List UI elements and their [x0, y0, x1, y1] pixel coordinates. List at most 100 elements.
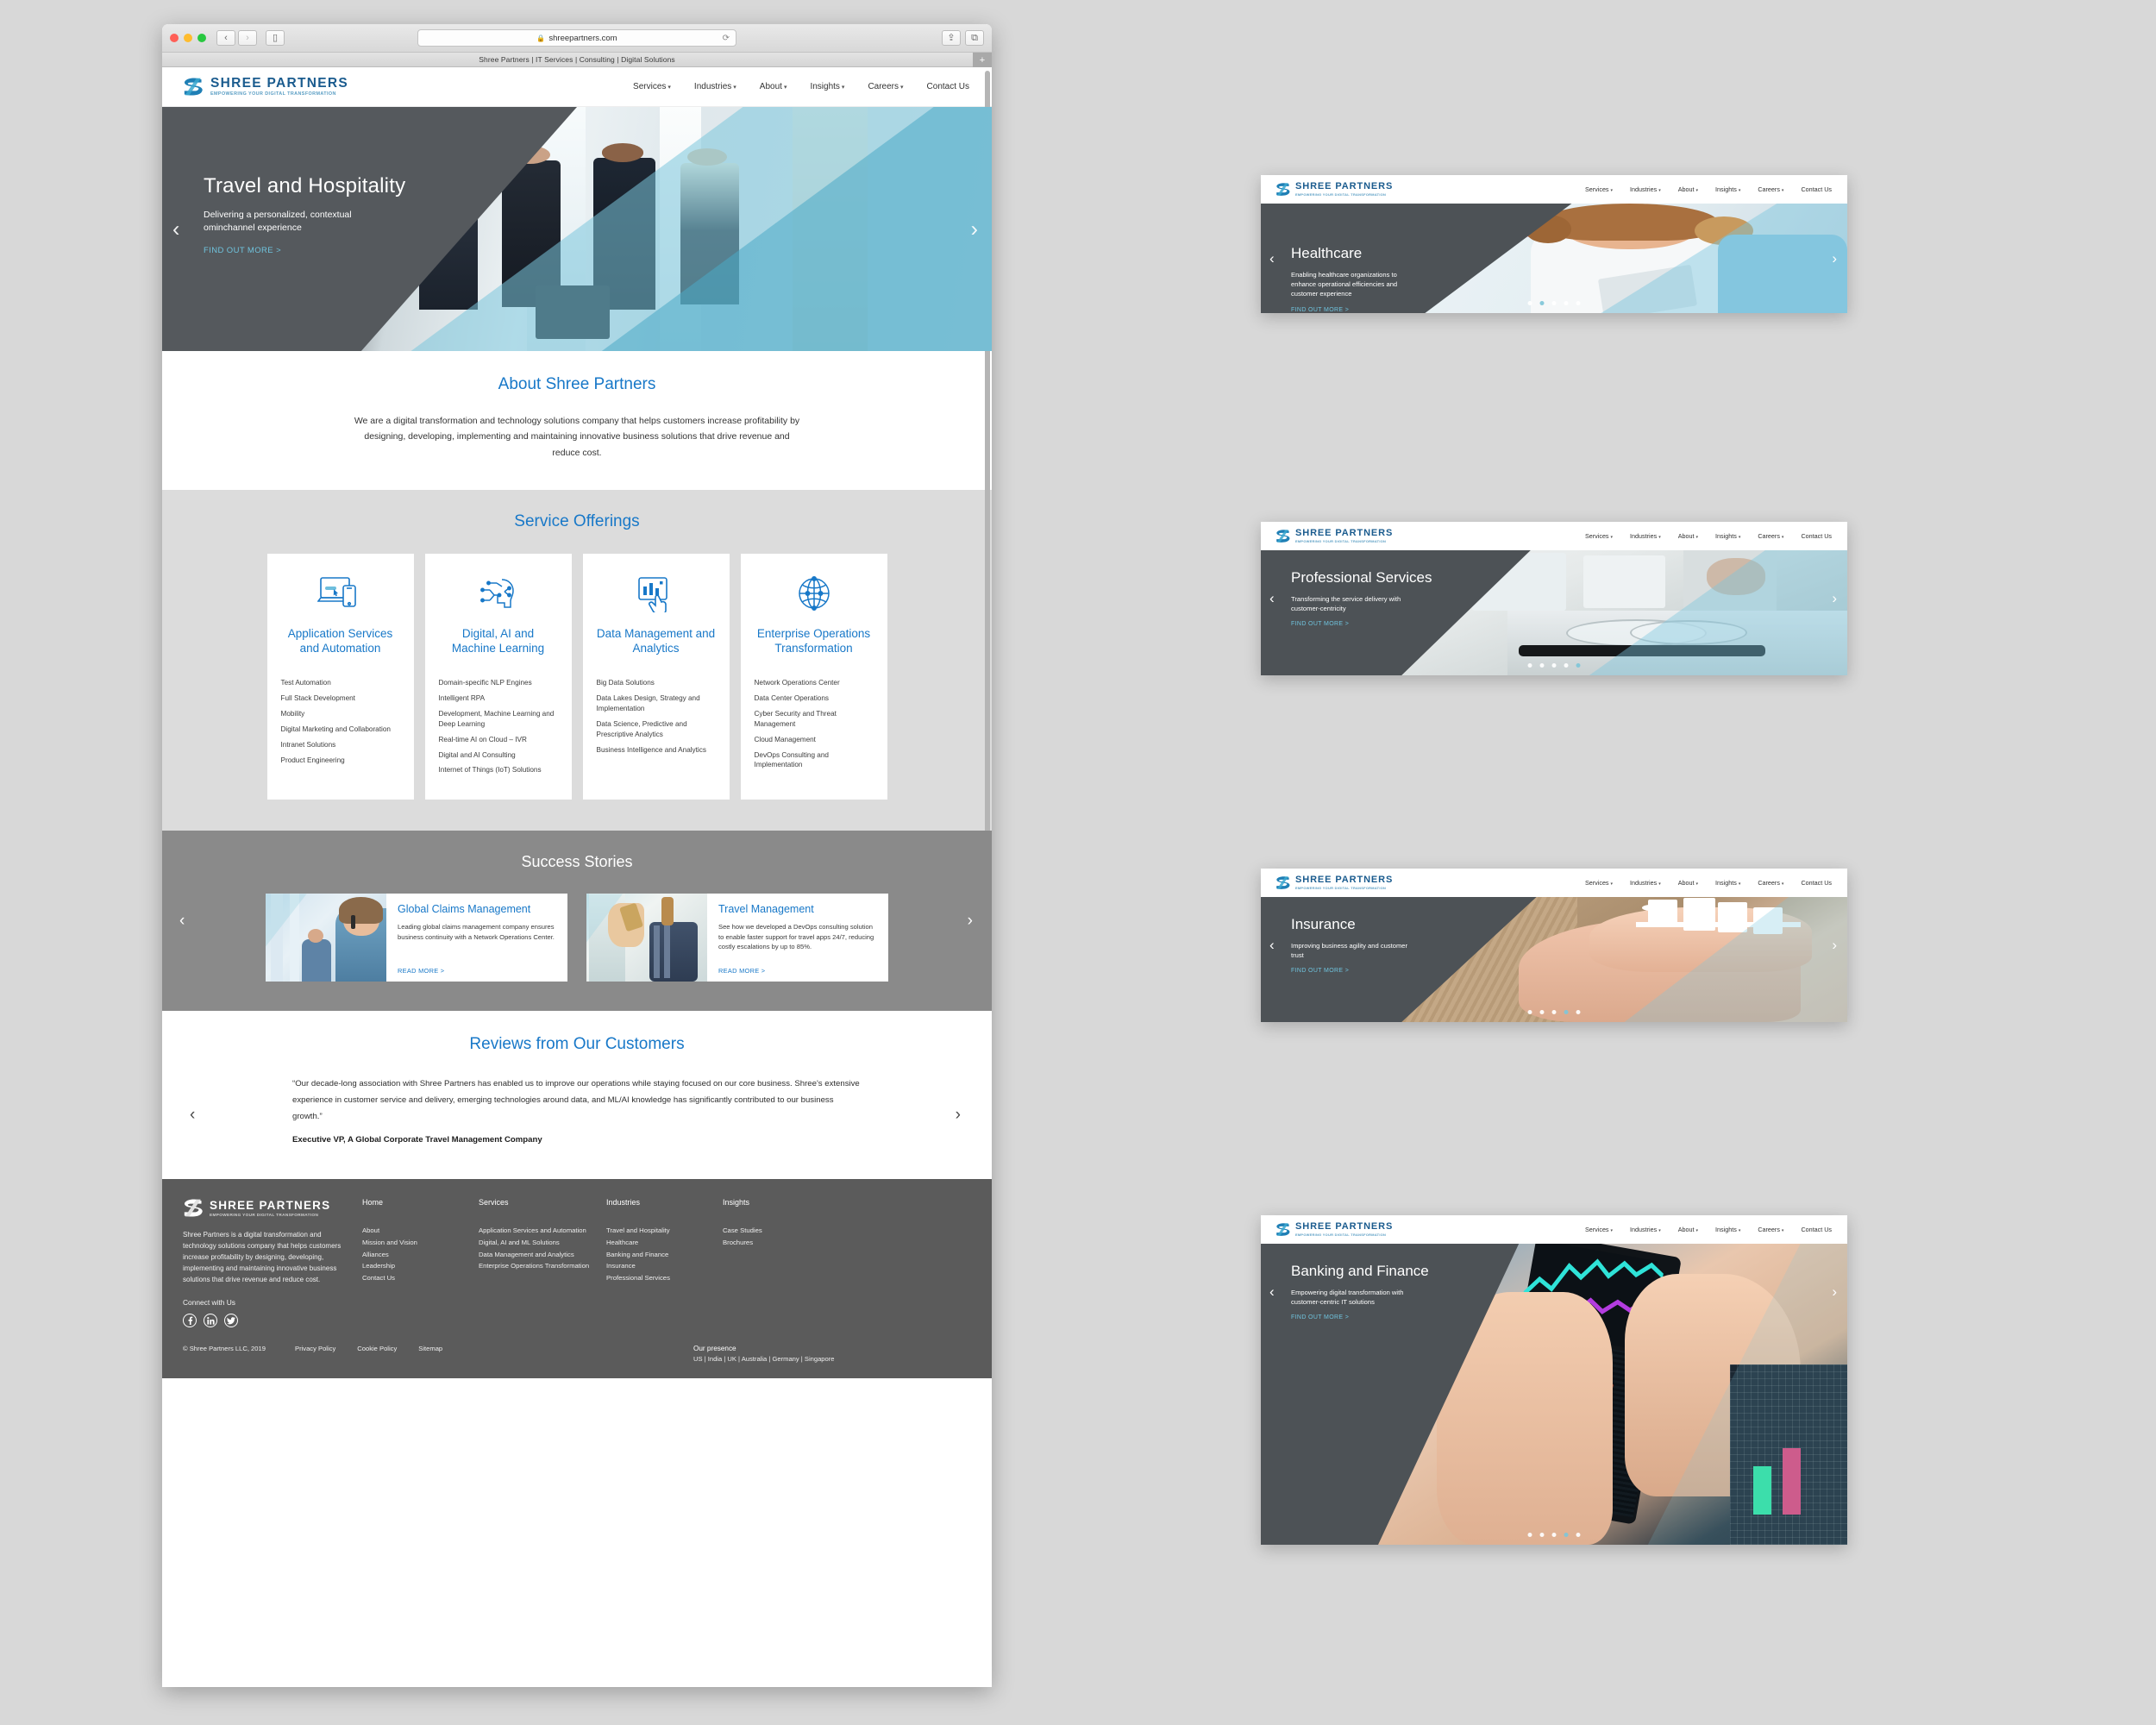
panel-cta-link[interactable]: FIND OUT MORE > [1291, 1314, 1429, 1320]
success-story-cta[interactable]: READ MORE > [398, 967, 444, 975]
nav-item-industries[interactable]: Industries ▾ [694, 82, 736, 91]
footer-link[interactable]: Application Services and Automation [479, 1226, 599, 1236]
footer-link[interactable]: Digital, AI and ML Solutions [479, 1238, 599, 1248]
footer-link[interactable]: Enterprise Operations Transformation [479, 1261, 599, 1271]
carousel-dot[interactable] [1539, 1533, 1545, 1537]
panel-carousel-dots[interactable] [1527, 1010, 1581, 1014]
panel-logo[interactable]: SHREE PARTNERS EMPOWERING YOUR DIGITAL T… [1275, 182, 1393, 197]
nav-item-industries[interactable]: Industries ▾ [1630, 185, 1661, 193]
carousel-dot[interactable] [1527, 1010, 1532, 1014]
forward-icon[interactable]: › [238, 30, 257, 46]
nav-item-careers[interactable]: Careers ▾ [1758, 532, 1783, 540]
nav-item-insights[interactable]: Insights ▾ [1715, 185, 1740, 193]
nav-item-about[interactable]: About ▾ [1678, 1226, 1698, 1233]
nav-item-insights[interactable]: Insights ▾ [1715, 532, 1740, 540]
carousel-dot-active[interactable] [1564, 1533, 1569, 1537]
footer-link[interactable]: Alliances [362, 1250, 472, 1260]
hero-next-icon[interactable]: › [971, 216, 978, 242]
panel-banking-and-finance[interactable]: SHREE PARTNERS EMPOWERING YOUR DIGITAL T… [1261, 1215, 1847, 1545]
nav-item-careers[interactable]: Careers ▾ [868, 82, 903, 91]
panel-healthcare[interactable]: SHREE PARTNERS EMPOWERING YOUR DIGITAL T… [1261, 175, 1847, 313]
nav-item-careers[interactable]: Careers ▾ [1758, 879, 1783, 887]
nav-item-industries[interactable]: Industries ▾ [1630, 532, 1661, 540]
close-window-icon[interactable] [170, 34, 179, 42]
success-story-card[interactable]: Global Claims Management Leading global … [266, 894, 567, 982]
sitemap-link[interactable]: Sitemap [418, 1345, 442, 1352]
carousel-dot[interactable] [1576, 301, 1581, 305]
window-controls[interactable] [170, 34, 206, 42]
carousel-dot[interactable] [1539, 1010, 1545, 1014]
cookie-policy-link[interactable]: Cookie Policy [357, 1345, 397, 1352]
twitter-icon[interactable] [224, 1314, 238, 1328]
panel-carousel-dots[interactable] [1527, 301, 1581, 305]
carousel-dot-active[interactable] [1564, 1010, 1569, 1014]
footer-link[interactable]: Case Studies [723, 1226, 832, 1236]
success-story-card[interactable]: Travel Management See how we developed a… [586, 894, 888, 982]
panel-professional-services[interactable]: SHREE PARTNERS EMPOWERING YOUR DIGITAL T… [1261, 522, 1847, 675]
footer-link[interactable]: About [362, 1226, 472, 1236]
panel-next-icon[interactable]: › [1832, 1283, 1837, 1301]
nav-item-contact-us[interactable]: Contact Us [927, 82, 969, 91]
hero-prev-icon[interactable]: ‹ [172, 216, 179, 242]
nav-item-industries[interactable]: Industries ▾ [1630, 879, 1661, 887]
footer-link[interactable]: Data Management and Analytics [479, 1250, 599, 1260]
panel-prev-icon[interactable]: ‹ [1269, 590, 1275, 607]
panel-insurance[interactable]: SHREE PARTNERS EMPOWERING YOUR DIGITAL T… [1261, 869, 1847, 1022]
nav-item-insights[interactable]: Insights ▾ [810, 82, 844, 91]
success-next-icon[interactable]: › [968, 912, 973, 931]
footer-link[interactable]: Travel and Hospitality [606, 1226, 716, 1236]
nav-item-about[interactable]: About ▾ [760, 82, 787, 91]
panel-logo[interactable]: SHREE PARTNERS EMPOWERING YOUR DIGITAL T… [1275, 1222, 1393, 1237]
panel-next-icon[interactable]: › [1832, 590, 1837, 607]
footer-link[interactable]: Contact Us [362, 1273, 472, 1283]
nav-item-services[interactable]: Services ▾ [633, 82, 671, 91]
panel-next-icon[interactable]: › [1832, 937, 1837, 954]
footer-column-heading[interactable]: Home [362, 1198, 472, 1207]
nav-item-careers[interactable]: Careers ▾ [1758, 185, 1783, 193]
footer-link[interactable]: Insurance [606, 1261, 716, 1271]
carousel-dot[interactable] [1527, 1533, 1532, 1537]
hero-cta-link[interactable]: FIND OUT MORE > [204, 246, 405, 255]
address-bar[interactable]: 🔒 shreepartners.com ⟳ [417, 29, 736, 47]
panel-cta-link[interactable]: FIND OUT MORE > [1291, 621, 1432, 627]
panel-next-icon[interactable]: › [1832, 250, 1837, 267]
linkedin-icon[interactable] [204, 1314, 217, 1328]
footer-column-heading[interactable]: Industries [606, 1198, 716, 1207]
carousel-dot[interactable] [1576, 1533, 1581, 1537]
share-icon[interactable]: ⇪ [942, 30, 961, 46]
carousel-dot[interactable] [1564, 663, 1569, 668]
carousel-dot[interactable] [1539, 663, 1545, 668]
nav-item-contact-us[interactable]: Contact Us [1801, 185, 1832, 193]
panel-prev-icon[interactable]: ‹ [1269, 937, 1275, 954]
footer-link[interactable]: Healthcare [606, 1238, 716, 1248]
success-prev-icon[interactable]: ‹ [179, 912, 185, 931]
panel-prev-icon[interactable]: ‹ [1269, 250, 1275, 267]
sidebar-icon[interactable]: ▯ [266, 30, 285, 46]
panel-carousel-dots[interactable] [1527, 1533, 1581, 1537]
panel-carousel-dots[interactable] [1527, 663, 1581, 668]
nav-item-about[interactable]: About ▾ [1678, 879, 1698, 887]
nav-item-services[interactable]: Services ▾ [1585, 879, 1613, 887]
service-card[interactable]: Digital, AI and Machine Learning Domain-… [424, 554, 572, 800]
carousel-dot[interactable] [1527, 663, 1532, 668]
footer-link[interactable]: Brochures [723, 1238, 832, 1248]
carousel-dot[interactable] [1551, 1533, 1557, 1537]
nav-item-industries[interactable]: Industries ▾ [1630, 1226, 1661, 1233]
reviews-next-icon[interactable]: › [956, 1106, 961, 1125]
reviews-prev-icon[interactable]: ‹ [190, 1106, 195, 1125]
carousel-dot[interactable] [1551, 1010, 1557, 1014]
footer-link[interactable]: Mission and Vision [362, 1238, 472, 1248]
carousel-dot[interactable] [1576, 1010, 1581, 1014]
footer-column-heading[interactable]: Services [479, 1198, 599, 1207]
panel-cta-link[interactable]: FIND OUT MORE > [1291, 968, 1420, 974]
carousel-dot[interactable] [1551, 663, 1557, 668]
carousel-dot[interactable] [1527, 301, 1532, 305]
site-logo[interactable]: SHREE PARTNERS EMPOWERING YOUR DIGITAL T… [183, 77, 348, 97]
reload-icon[interactable]: ⟳ [723, 34, 730, 43]
panel-cta-link[interactable]: FIND OUT MORE > [1291, 307, 1420, 313]
nav-item-services[interactable]: Services ▾ [1585, 532, 1613, 540]
back-icon[interactable]: ‹ [216, 30, 235, 46]
footer-link[interactable]: Leadership [362, 1261, 472, 1271]
active-tab-title[interactable]: Shree Partners | IT Services | Consultin… [479, 55, 675, 64]
carousel-dot[interactable] [1564, 301, 1569, 305]
